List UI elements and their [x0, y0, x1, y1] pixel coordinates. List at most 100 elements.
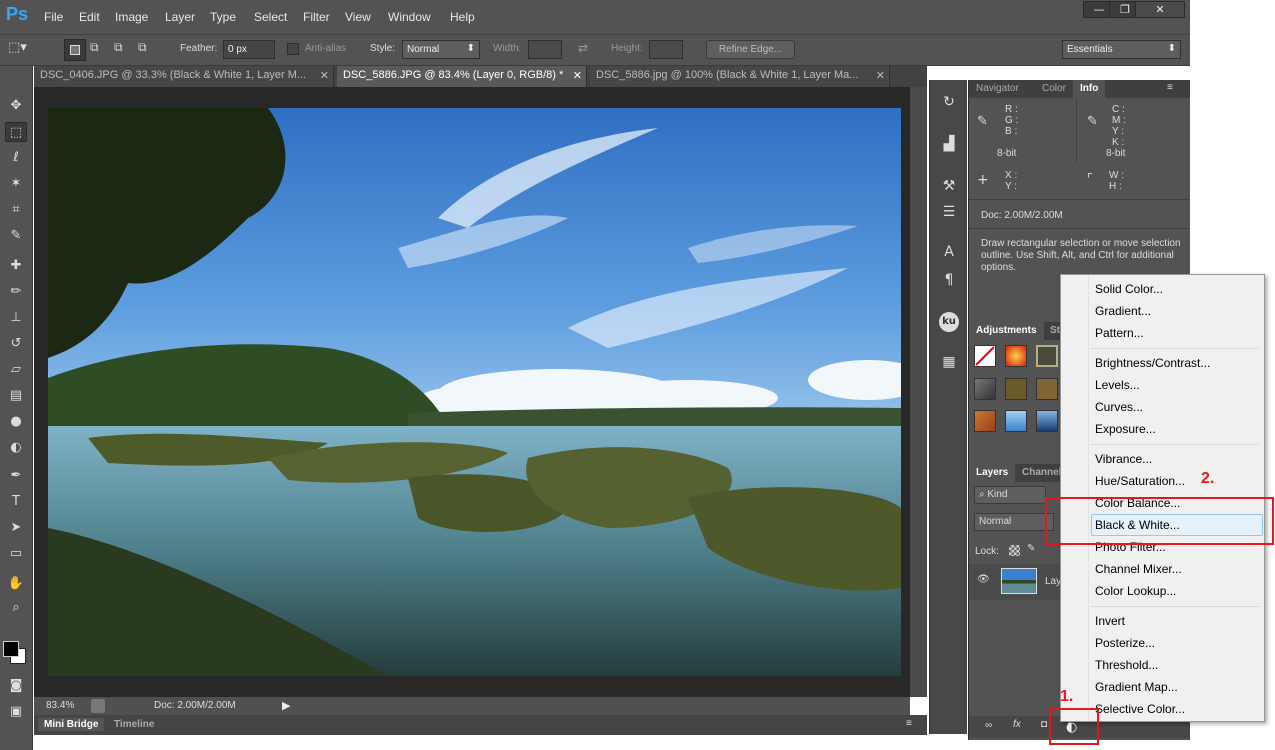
document-photo[interactable] — [48, 108, 901, 676]
blur-tool-icon[interactable]: ● — [5, 412, 27, 432]
lock-paint-icon[interactable]: ✎ — [1027, 543, 1035, 554]
style-swatch[interactable] — [1005, 378, 1027, 400]
workspace-select[interactable]: Essentials ⬍ — [1062, 40, 1181, 59]
menu-layer[interactable]: Layer — [165, 10, 195, 24]
marquee-preset-icon[interactable]: ⬚▾ — [8, 40, 40, 60]
menu-type[interactable]: Type — [210, 10, 236, 24]
menu-select[interactable]: Select — [254, 10, 287, 24]
menu-item-vibrance[interactable]: Vibrance... — [1095, 452, 1152, 466]
tab-color[interactable]: Color — [1035, 80, 1073, 98]
quick-mask-icon[interactable]: ◙ — [5, 676, 27, 696]
menu-item-curves[interactable]: Curves... — [1095, 400, 1143, 414]
style-none-swatch[interactable] — [974, 345, 996, 367]
type-tool-icon[interactable]: T — [5, 492, 27, 512]
magic-wand-icon[interactable]: ✶ — [5, 174, 27, 194]
histogram-icon[interactable]: ▟ — [939, 134, 959, 154]
menu-help[interactable]: Help — [450, 10, 475, 24]
tab-dsc-5886-active[interactable]: DSC_5886.JPG @ 83.4% (Layer 0, RGB/8) * ✕ — [337, 66, 587, 87]
style-swatch[interactable] — [974, 410, 996, 432]
tool-presets-icon[interactable]: ⚒ — [939, 176, 959, 196]
style-swatch[interactable] — [1036, 378, 1058, 400]
lock-transparency-icon[interactable] — [1009, 545, 1020, 556]
height-input[interactable] — [649, 40, 683, 59]
menu-window[interactable]: Window — [388, 10, 431, 24]
clone-stamp-icon[interactable]: ⊥ — [5, 308, 27, 328]
menu-image[interactable]: Image — [115, 10, 148, 24]
menu-item-color-lookup[interactable]: Color Lookup... — [1095, 584, 1176, 598]
new-adjustment-layer-icon[interactable]: ◐ — [1066, 720, 1077, 735]
tab-dsc-5886-jpg[interactable]: DSC_5886.jpg @ 100% (Black & White 1, La… — [590, 66, 890, 87]
menu-item-invert[interactable]: Invert — [1095, 614, 1125, 628]
pen-tool-icon[interactable]: ✒ — [5, 466, 27, 486]
dodge-tool-icon[interactable]: ◐ — [5, 438, 27, 458]
menu-item-gradient[interactable]: Gradient... — [1095, 304, 1151, 318]
panel-menu-icon[interactable]: ≡ — [1167, 82, 1173, 93]
tab-info[interactable]: Info — [1073, 80, 1106, 98]
close-icon[interactable]: ✕ — [573, 69, 582, 82]
foreground-color-swatch[interactable] — [3, 641, 19, 657]
character-icon[interactable]: A — [939, 242, 959, 262]
path-selection-icon[interactable]: ➤ — [5, 518, 27, 538]
tab-timeline[interactable]: Timeline — [114, 719, 154, 730]
refine-edge-button[interactable]: Refine Edge... — [706, 40, 795, 59]
style-swatch[interactable] — [974, 378, 996, 400]
menu-item-brightness-contrast[interactable]: Brightness/Contrast... — [1095, 356, 1210, 370]
intersect-selection-icon[interactable]: ⧉ — [138, 40, 158, 60]
tab-navigator[interactable]: Navigator — [969, 80, 1026, 98]
tab-adjustments[interactable]: Adjustments — [969, 322, 1044, 340]
gradient-tool-icon[interactable]: ▤ — [5, 386, 27, 406]
tab-mini-bridge[interactable]: Mini Bridge — [38, 718, 105, 731]
menu-item-hue-saturation[interactable]: Hue/Saturation... — [1095, 474, 1185, 488]
menu-item-pattern[interactable]: Pattern... — [1095, 326, 1144, 340]
close-button[interactable]: ✕ — [1135, 1, 1185, 18]
style-swatch[interactable] — [1036, 410, 1058, 432]
marquee-tool-icon[interactable]: ⬚ — [5, 122, 27, 142]
healing-brush-icon[interactable]: ✚ — [5, 256, 27, 276]
menu-item-levels[interactable]: Levels... — [1095, 378, 1140, 392]
filter-kind-select[interactable]: ⌕ Kind — [974, 486, 1046, 504]
close-icon[interactable]: ✕ — [876, 69, 885, 82]
menu-item-solid-color[interactable]: Solid Color... — [1095, 282, 1163, 296]
menu-item-posterize[interactable]: Posterize... — [1095, 636, 1155, 650]
swap-icon[interactable]: ⇄ — [578, 41, 588, 55]
crop-tool-icon[interactable]: ⌗ — [5, 200, 27, 220]
screen-mode-icon[interactable]: ▣ — [5, 702, 27, 722]
tab-layers[interactable]: Layers — [969, 464, 1016, 482]
menu-item-channel-mixer[interactable]: Channel Mixer... — [1095, 562, 1182, 576]
close-icon[interactable]: ✕ — [320, 69, 329, 82]
link-layers-icon[interactable]: ∞ — [985, 720, 992, 731]
tab-dsc-0406[interactable]: DSC_0406.JPG @ 33.3% (Black & White 1, L… — [34, 66, 334, 87]
lasso-tool-icon[interactable]: ℓ — [5, 148, 27, 168]
menu-view[interactable]: View — [345, 10, 371, 24]
zoom-level[interactable]: 83.4% — [46, 700, 74, 711]
width-input[interactable] — [528, 40, 562, 59]
kuler-icon[interactable]: ku — [939, 312, 959, 332]
blend-mode-select[interactable]: Normal — [974, 513, 1054, 531]
style-swatch[interactable] — [1036, 345, 1058, 367]
menu-item-threshold[interactable]: Threshold... — [1095, 658, 1158, 672]
style-select[interactable]: Normal ⬍ — [402, 40, 480, 59]
menu-edit[interactable]: Edit — [79, 10, 100, 24]
layer-name[interactable]: Lay — [1045, 576, 1061, 587]
eraser-icon[interactable]: ▱ — [5, 360, 27, 380]
properties-icon[interactable]: ☰ — [939, 202, 959, 222]
menu-filter[interactable]: Filter — [303, 10, 330, 24]
history-icon[interactable]: ↻ — [939, 92, 959, 112]
menu-file[interactable]: File — [44, 10, 63, 24]
style-swatch[interactable] — [1005, 410, 1027, 432]
menu-item-gradient-map[interactable]: Gradient Map... — [1095, 680, 1178, 694]
style-swatch[interactable] — [1005, 345, 1027, 367]
shape-tool-icon[interactable]: ▭ — [5, 544, 27, 564]
visibility-eye-icon[interactable]: 👁 — [977, 574, 990, 585]
antialias-checkbox[interactable] — [287, 43, 299, 55]
history-brush-icon[interactable]: ↺ — [5, 334, 27, 354]
menu-item-exposure[interactable]: Exposure... — [1095, 422, 1156, 436]
move-tool-icon[interactable]: ✥ — [5, 96, 27, 116]
status-arrow-icon[interactable]: ▶ — [282, 699, 290, 712]
fx-icon[interactable]: fx — [1013, 719, 1021, 730]
eyedropper-icon[interactable]: ✎ — [5, 226, 27, 246]
feather-input[interactable]: 0 px — [223, 40, 275, 59]
layer-comps-icon[interactable]: ▦ — [939, 352, 959, 372]
new-selection-icon[interactable] — [64, 39, 86, 61]
zoom-tool-icon[interactable]: ⌕ — [5, 598, 27, 618]
